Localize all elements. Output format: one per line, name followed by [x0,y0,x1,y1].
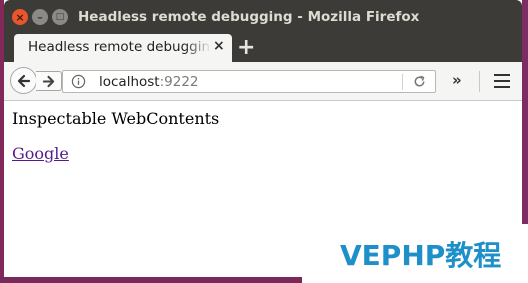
maximize-window-button[interactable]: □ [52,9,68,25]
reload-icon[interactable] [412,74,427,89]
overflow-chevron-icon[interactable]: » [452,71,462,89]
minimize-window-button[interactable]: – [32,9,48,25]
url-port: :9222 [159,74,199,90]
new-tab-button[interactable]: + [237,35,255,60]
back-button[interactable] [10,67,37,94]
google-link[interactable]: Google [12,144,69,163]
hamburger-menu-icon[interactable] [494,74,510,88]
tab-active[interactable]: Headless remote debugging × [14,34,232,62]
tab-label: Headless remote debugging [28,39,210,55]
close-window-button[interactable]: × [12,9,28,25]
tab-close-button[interactable]: × [213,38,225,54]
url-bar[interactable]: localhost:9222 [62,70,436,93]
navigation-toolbar: localhost:9222 » [4,62,522,101]
watermark-text: VEPHP教程 [340,239,502,272]
url-host: localhost [99,74,160,90]
forward-arrow-icon [42,75,55,87]
tab-bar: Headless remote debugging × + [4,34,522,62]
info-icon[interactable] [71,74,86,89]
window-title: Headless remote debugging - Mozilla Fire… [78,9,420,25]
toolbar-divider [479,71,480,92]
maximize-icon: □ [55,11,65,22]
forward-button[interactable] [36,71,62,91]
url-text: localhost:9222 [99,74,199,90]
page-heading: Inspectable WebContents [12,109,220,128]
close-icon: × [15,10,25,24]
tab-label-fade [184,34,212,62]
watermark-box: VEPHP教程 [302,224,528,283]
title-bar: × – □ Headless remote debugging - Mozill… [4,0,522,34]
back-arrow-icon [17,74,30,87]
minimize-icon: – [37,10,43,24]
url-bar-divider [402,74,403,90]
